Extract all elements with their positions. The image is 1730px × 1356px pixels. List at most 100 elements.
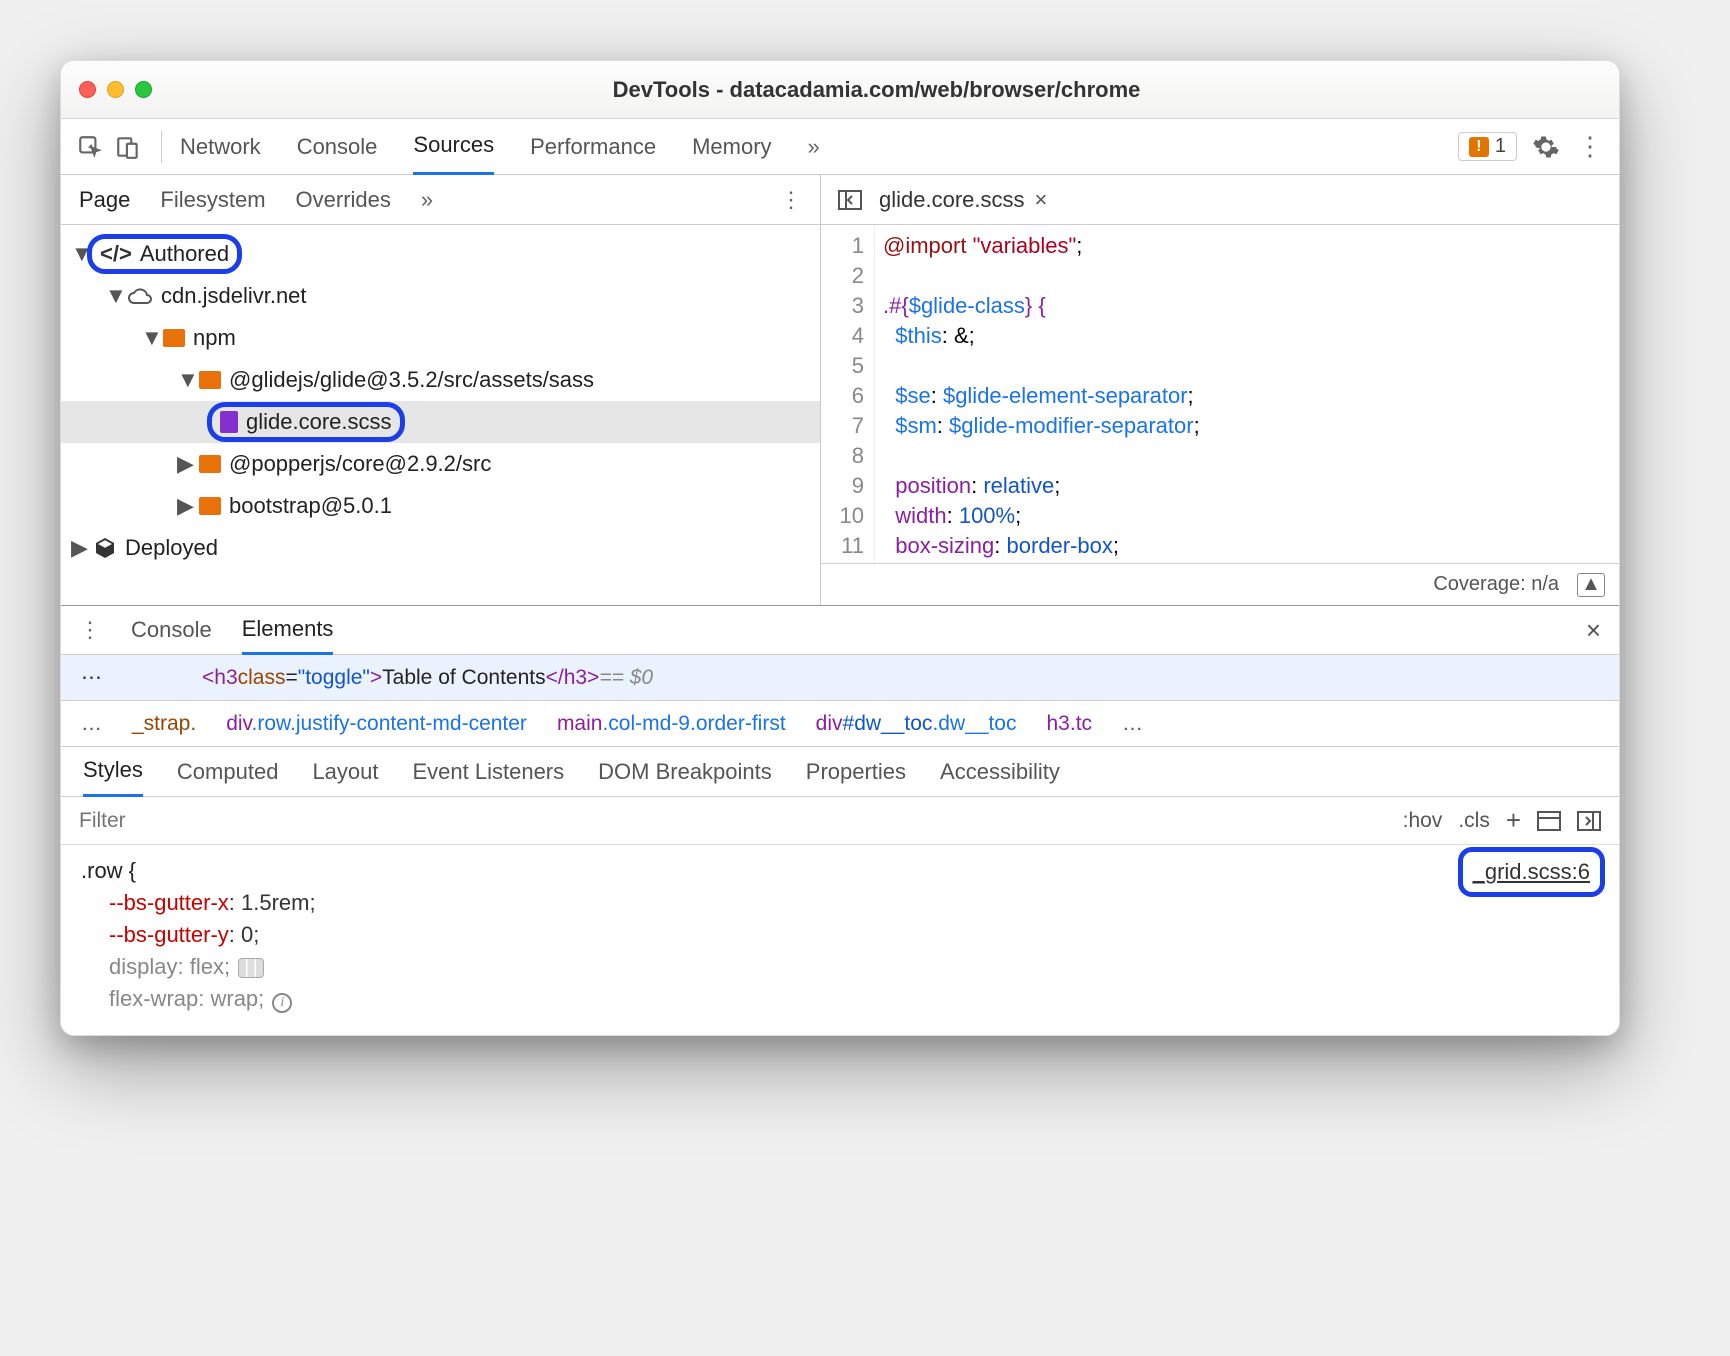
line-gutter: 1 2 3 4 5 6 7 8 9 10 11: [821, 225, 875, 563]
new-style-rule-icon[interactable]: +: [1506, 805, 1521, 836]
tab-sources[interactable]: Sources: [413, 118, 494, 175]
source-link[interactable]: _grid.scss:6: [1473, 859, 1590, 884]
tree-cdn[interactable]: ▼ cdn.jsdelivr.net: [61, 275, 820, 317]
bc-item[interactable]: _strap.: [132, 712, 196, 736]
tree-glide-folder[interactable]: ▼ @glidejs/glide@3.5.2/src/assets/sass: [61, 359, 820, 401]
navigator-toggle-icon[interactable]: [835, 185, 865, 215]
code-token: border-box: [1007, 533, 1113, 558]
styles-tab-styles[interactable]: Styles: [83, 746, 143, 797]
close-tab-icon[interactable]: ×: [1035, 187, 1048, 213]
dom-ellipsis: ⋯: [81, 665, 102, 690]
drawer-tab-console[interactable]: Console: [131, 607, 212, 653]
rule-selector: .row {: [81, 855, 1599, 887]
tree-glide-file[interactable]: glide.core.scss: [61, 401, 820, 443]
code-area[interactable]: 1 2 3 4 5 6 7 8 9 10 11 @import "variabl…: [821, 225, 1619, 563]
close-window-button[interactable]: [79, 81, 96, 98]
maximize-window-button[interactable]: [135, 81, 152, 98]
subtab-kebab-icon[interactable]: ⋮: [780, 187, 802, 213]
tree-npm[interactable]: ▼ npm: [61, 317, 820, 359]
glide-folder-label: @glidejs/glide@3.5.2/src/assets/sass: [229, 367, 594, 393]
styles-tab-dombreakpoints[interactable]: DOM Breakpoints: [598, 748, 772, 796]
editor-tab-filename: glide.core.scss: [879, 187, 1025, 213]
bc-item[interactable]: h3.tc: [1047, 712, 1093, 736]
subtab-page[interactable]: Page: [79, 177, 130, 223]
bc-ellipsis[interactable]: …: [1122, 712, 1143, 736]
tree-authored[interactable]: ▼ </> Authored: [61, 233, 820, 275]
cls-toggle[interactable]: .cls: [1458, 809, 1490, 833]
window-title: DevTools - datacadamia.com/web/browser/c…: [152, 77, 1601, 103]
styles-tab-properties[interactable]: Properties: [806, 748, 906, 796]
tab-network[interactable]: Network: [180, 120, 261, 174]
styles-filter-row: :hov .cls +: [61, 797, 1619, 845]
editor-tab-glide[interactable]: glide.core.scss ×: [879, 187, 1047, 213]
dom-attr: class: [238, 666, 286, 690]
coverage-reveal-icon[interactable]: ▲: [1577, 573, 1605, 597]
drawer-tabs: ⋮ Console Elements ×: [61, 605, 1619, 655]
code-token: ;: [1188, 383, 1194, 408]
more-subtabs-icon[interactable]: »: [421, 187, 433, 213]
bc-ellipsis[interactable]: …: [81, 712, 102, 736]
more-tabs-icon[interactable]: »: [808, 134, 820, 160]
drawer-kebab-icon[interactable]: ⋮: [79, 617, 101, 643]
tree-deployed[interactable]: ▶ Deployed: [61, 527, 820, 569]
code-token: $this: [895, 323, 941, 348]
line-number: 8: [821, 441, 864, 471]
styles-tab-computed[interactable]: Computed: [177, 748, 279, 796]
device-toolbar-icon[interactable]: [113, 132, 143, 162]
styles-subtabs: Styles Computed Layout Event Listeners D…: [61, 747, 1619, 797]
info-icon[interactable]: i: [272, 993, 292, 1013]
code-token: :: [947, 503, 959, 528]
subtab-filesystem[interactable]: Filesystem: [160, 177, 265, 223]
styles-tab-layout[interactable]: Layout: [312, 748, 378, 796]
cube-icon: [93, 536, 117, 560]
toolbar-right: ! 1 ⋮: [1458, 132, 1605, 162]
tab-performance[interactable]: Performance: [530, 120, 656, 174]
cloud-icon: [127, 287, 153, 305]
drawer-close-icon[interactable]: ×: [1586, 615, 1601, 646]
kebab-menu-icon[interactable]: ⋮: [1575, 132, 1605, 162]
divider: [161, 131, 162, 163]
tree-bootstrap-folder[interactable]: ▶ bootstrap@5.0.1: [61, 485, 820, 527]
dom-breadcrumbs: … _strap. div.row.justify-content-md-cen…: [61, 701, 1619, 747]
tab-console[interactable]: Console: [297, 120, 378, 174]
bc-item[interactable]: div.row.justify-content-md-center: [226, 712, 527, 736]
styles-tab-eventlisteners[interactable]: Event Listeners: [413, 748, 565, 796]
computed-toggle-icon[interactable]: [1537, 811, 1561, 831]
folder-icon: [199, 455, 221, 473]
subtab-overrides[interactable]: Overrides: [296, 177, 391, 223]
tree-popper-folder[interactable]: ▶ @popperjs/core@2.9.2/src: [61, 443, 820, 485]
deployed-label: Deployed: [125, 535, 218, 561]
tab-memory[interactable]: Memory: [692, 120, 771, 174]
main-toolbar: Network Console Sources Performance Memo…: [61, 119, 1619, 175]
css-prop-value: : flex;: [177, 954, 230, 979]
cdn-label: cdn.jsdelivr.net: [161, 283, 307, 309]
flex-badge-icon[interactable]: [238, 958, 264, 978]
devtools-window: DevTools - datacadamia.com/web/browser/c…: [60, 60, 1620, 1036]
code-token: 100%: [959, 503, 1015, 528]
minimize-window-button[interactable]: [107, 81, 124, 98]
code-token: : &;: [942, 323, 975, 348]
selected-dom-node[interactable]: ⋯ <h3 class="toggle">Table of Contents</…: [61, 655, 1619, 701]
code-token: position: [895, 473, 971, 498]
code-content: @import "variables"; .#{$glide-class} { …: [875, 225, 1200, 563]
titlebar: DevTools - datacadamia.com/web/browser/c…: [61, 61, 1619, 119]
dom-attr-val: "toggle": [298, 666, 370, 690]
bc-item[interactable]: div#dw__toc.dw__toc: [816, 712, 1017, 736]
styles-tab-accessibility[interactable]: Accessibility: [940, 748, 1060, 796]
code-token: :: [994, 533, 1006, 558]
code-token: $sm: [895, 413, 937, 438]
code-token: $glide-class: [909, 293, 1025, 318]
code-token: :: [931, 383, 943, 408]
hov-toggle[interactable]: :hov: [1403, 809, 1443, 833]
scss-file-icon: [220, 411, 238, 433]
inspect-element-icon[interactable]: [75, 132, 105, 162]
coverage-bar: Coverage: n/a ▲: [821, 563, 1619, 605]
line-number: 7: [821, 411, 864, 441]
styles-filter-input[interactable]: [79, 809, 1387, 833]
issues-badge[interactable]: ! 1: [1458, 132, 1517, 161]
sidebar-toggle-icon[interactable]: [1577, 811, 1601, 831]
drawer-tab-elements[interactable]: Elements: [242, 606, 334, 655]
style-rule-block[interactable]: _grid.scss:6 .row { --bs-gutter-x: 1.5re…: [61, 845, 1619, 1035]
bc-item[interactable]: main.col-md-9.order-first: [557, 712, 786, 736]
settings-gear-icon[interactable]: [1531, 132, 1561, 162]
